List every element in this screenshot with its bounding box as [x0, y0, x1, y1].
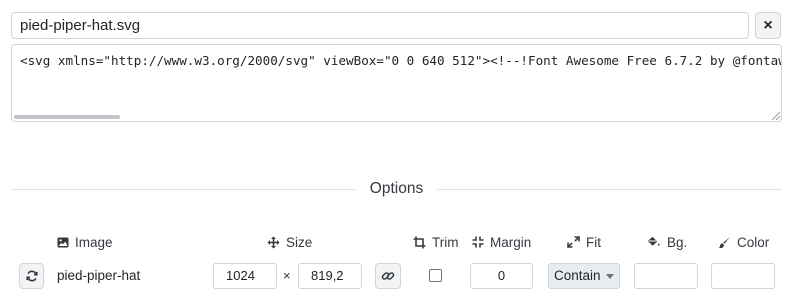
svg-source-text: <svg xmlns="http://www.w3.org/2000/svg" … — [20, 53, 782, 68]
header-trim-label: Trim — [432, 234, 459, 250]
options-title: Options — [369, 180, 424, 197]
header-color-label: Color — [737, 234, 770, 250]
fit-select-value: Contain — [554, 268, 601, 283]
header-image-label: Image — [75, 234, 113, 250]
svg-source-textarea[interactable]: <svg xmlns="http://www.w3.org/2000/svg" … — [11, 44, 782, 122]
close-button[interactable]: × — [755, 12, 781, 39]
header-margin-label: Margin — [490, 234, 532, 250]
header-size: Size — [267, 233, 312, 251]
image-name: pied-piper-hat — [57, 268, 141, 283]
paintbrush-icon — [718, 236, 730, 248]
header-image: Image — [57, 233, 113, 251]
width-input[interactable]: 1024 — [213, 263, 277, 289]
header-fit: Fit — [567, 233, 601, 251]
expand-arrows-icon — [567, 236, 580, 248]
compress-icon — [472, 236, 484, 248]
header-bg-label: Bg. — [667, 234, 688, 250]
trim-checkbox[interactable] — [429, 269, 442, 282]
header-bg: Bg. — [647, 233, 687, 251]
link-icon — [381, 272, 395, 280]
header-margin: Margin — [472, 233, 531, 251]
lock-aspect-button[interactable] — [375, 263, 401, 289]
size-times-sign: × — [283, 268, 291, 283]
horizontal-scrollbar[interactable] — [14, 115, 120, 119]
options-divider-right — [437, 189, 782, 190]
image-icon — [57, 237, 69, 247]
filename-input[interactable]: pied-piper-hat.svg — [11, 12, 749, 39]
refresh-icon — [25, 270, 38, 282]
resize-handle[interactable] — [772, 112, 780, 120]
crop-icon — [413, 236, 426, 248]
caret-down-icon — [606, 274, 614, 279]
arrows-move-icon — [267, 236, 280, 248]
bg-color-input[interactable] — [634, 263, 698, 289]
height-input[interactable]: 819,2 — [298, 263, 362, 289]
header-size-label: Size — [286, 234, 313, 250]
header-color: Color — [718, 233, 769, 251]
options-divider-left — [11, 189, 356, 190]
paint-bucket-icon — [648, 236, 660, 246]
margin-input[interactable]: 0 — [470, 263, 533, 289]
icon-color-input[interactable] — [711, 263, 775, 289]
header-trim: Trim — [413, 233, 459, 251]
fit-select[interactable]: Contain — [548, 263, 620, 289]
refresh-button[interactable] — [19, 263, 44, 289]
header-fit-label: Fit — [586, 234, 601, 250]
